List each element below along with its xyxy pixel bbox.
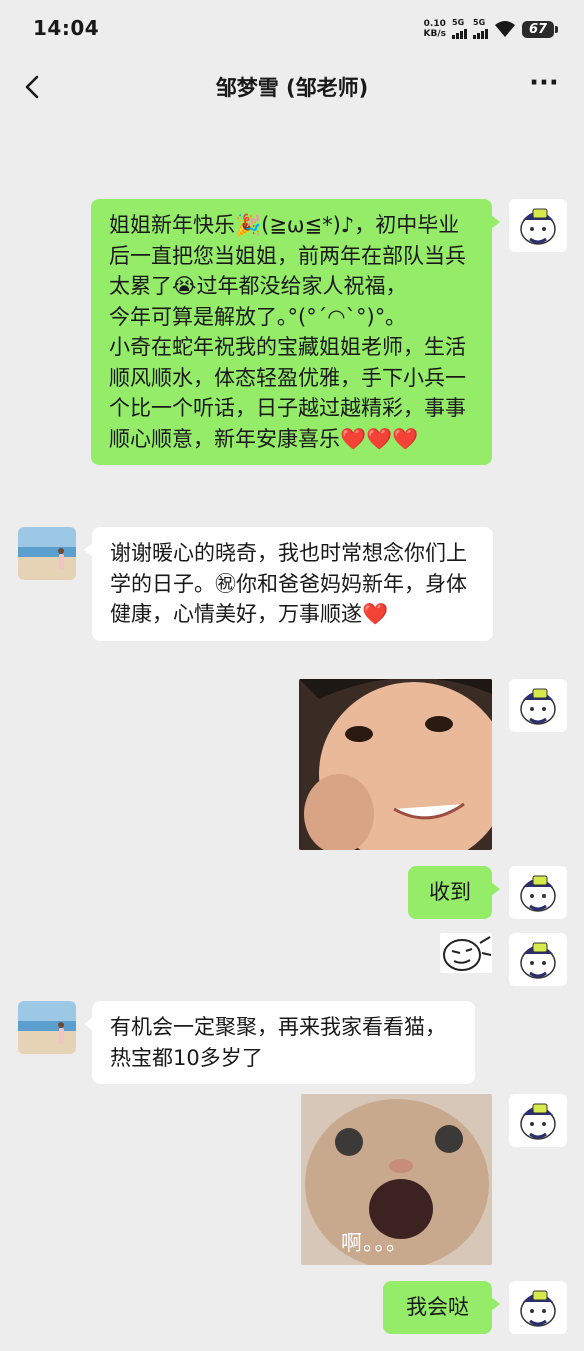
wifi-icon: [495, 21, 515, 37]
my-avatar[interactable]: [509, 1094, 567, 1147]
sticker-smiling-child[interactable]: [299, 679, 492, 850]
my-avatar[interactable]: [509, 199, 567, 252]
sticker-shocked-cat[interactable]: 啊。。。: [301, 1094, 492, 1265]
contact-avatar[interactable]: [18, 1001, 76, 1054]
network-speed: 0.10 KB/s: [423, 19, 446, 39]
chat-header: 邹梦雪 (邹老师) ···: [0, 58, 584, 118]
status-icons: 0.10 KB/s 5G 5G 67: [423, 16, 558, 42]
status-bar: 14:04 0.10 KB/s 5G 5G 67: [0, 0, 584, 58]
my-avatar[interactable]: [509, 1281, 567, 1334]
message-bubble-1[interactable]: 姐姐新年快乐🎉(≧ω≦*)♪，初中毕业后一直把您当姐姐，前两年在部队当兵太累了😭…: [91, 199, 500, 465]
contact-avatar[interactable]: [18, 527, 76, 580]
my-avatar[interactable]: [509, 866, 567, 919]
battery-icon: 67: [522, 20, 558, 38]
message-bubble-8[interactable]: 我会哒: [383, 1281, 500, 1334]
signal-2-icon: 5G: [473, 19, 488, 39]
sticker-cartoon-face[interactable]: [440, 933, 492, 973]
more-options-icon[interactable]: ···: [526, 70, 562, 102]
sticker-caption: 啊。。。: [341, 1231, 408, 1255]
signal-1-icon: 5G: [452, 19, 467, 39]
status-time: 14:04: [33, 16, 100, 40]
message-bubble-4[interactable]: 收到: [408, 866, 500, 919]
message-bubble-2[interactable]: 谢谢暖心的晓奇，我也时常想念你们上学的日子。㊗你和爸爸妈妈新年，身体健康，心情美…: [84, 527, 493, 641]
my-avatar[interactable]: [509, 933, 567, 986]
chat-title: 邹梦雪 (邹老师): [215, 76, 369, 100]
my-avatar[interactable]: [509, 679, 567, 732]
message-bubble-6[interactable]: 有机会一定聚聚，再来我家看看猫，热宝都10多岁了: [84, 1001, 475, 1084]
